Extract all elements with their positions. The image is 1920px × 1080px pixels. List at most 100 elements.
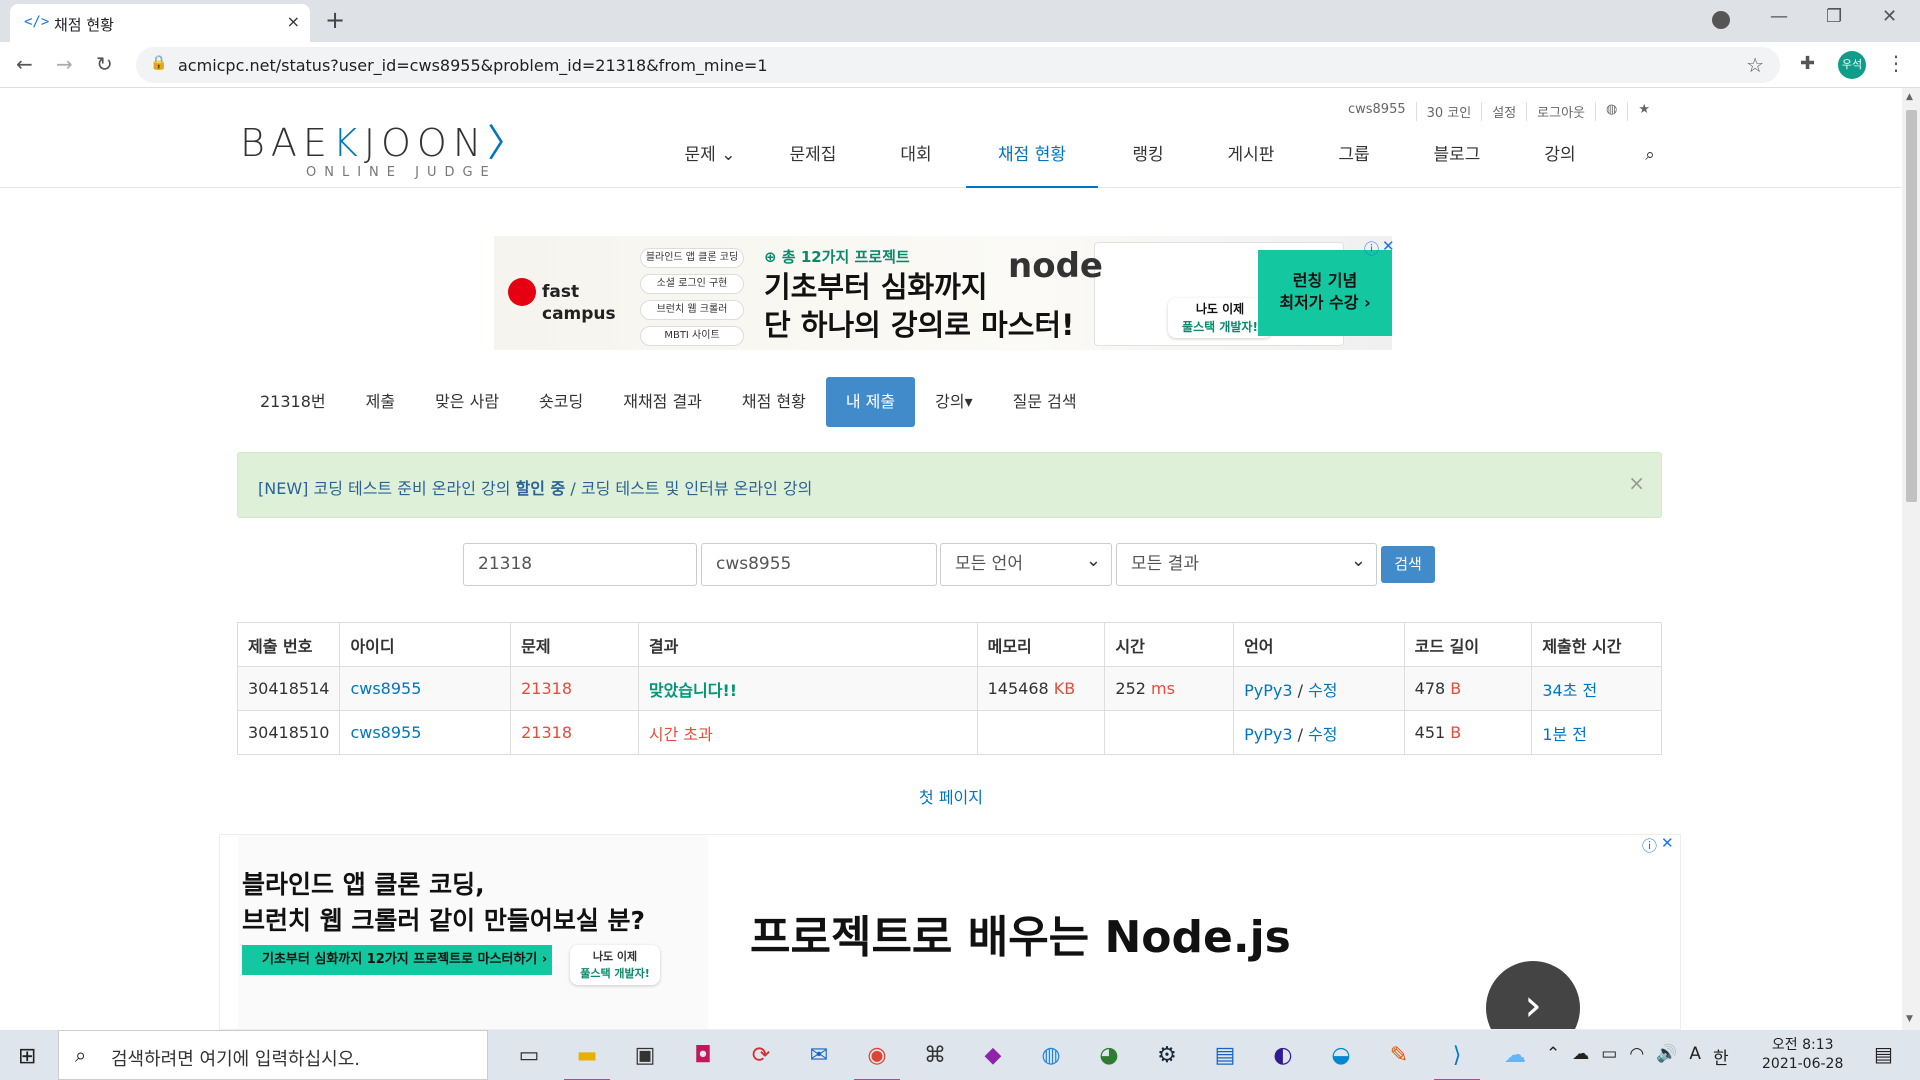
close-icon[interactable]: × [287,12,300,31]
taskbar-clock[interactable]: 오전 8:13 2021-06-28 [1762,1036,1843,1074]
file-explorer-icon[interactable]: ▬ [558,1038,616,1080]
restore-icon[interactable]: ❐ [1826,6,1842,27]
ad-close-icon[interactable]: ✕ [1382,237,1395,255]
problem-id-input[interactable]: 21318 [463,543,697,586]
ad-banner-bottom[interactable]: 블라인드 앱 클론 코딩, 브런치 웹 크롤러 같이 만들어보실 분? 기초부터 … [219,834,1681,1030]
minimize-icon[interactable]: — [1770,6,1788,27]
problem-menu-short[interactable]: 숏코딩 [519,377,603,427]
new-tab-button[interactable]: + [325,6,345,34]
language-link[interactable]: PyPy3 [1244,725,1292,744]
coin-link[interactable]: 30 코인 [1417,102,1483,121]
problem-menu-qna[interactable]: 질문 검색 [993,377,1097,427]
star-icon[interactable]: ★ [1628,102,1660,121]
window-close-icon[interactable]: ✕ [1882,6,1897,27]
sync-app-icon[interactable]: ⟳ [732,1038,790,1074]
windows-start-icon[interactable]: ⊞ [18,1044,36,1069]
user-link[interactable]: cws8955 [339,710,512,755]
address-bar[interactable]: 🔒 acmicpc.net/status?user_id=cws8955&pro… [136,47,1780,83]
wifi-icon[interactable]: ◠ [1629,1044,1644,1069]
book-app-icon[interactable]: ▤ [1196,1038,1254,1074]
submitted-time[interactable]: 34초 전 [1531,666,1662,711]
user-link[interactable]: cws8955 [339,666,512,711]
store-icon[interactable]: ▣ [616,1038,674,1074]
reload-icon[interactable]: ↻ [96,52,113,76]
edit-link[interactable]: 수정 [1308,725,1337,744]
tab-search-icon[interactable] [1712,11,1730,29]
nav-item-problems[interactable]: 문제 ⌄ [660,132,760,188]
problem-menu-solvers[interactable]: 맞은 사람 [415,377,519,427]
problem-menu-rejudge[interactable]: 재채점 결과 [603,377,722,427]
bookmark-star-icon[interactable]: ☆ [1746,53,1764,77]
green-app-icon[interactable]: ◕ [1080,1038,1138,1074]
ad-banner-top[interactable]: fast campus 블라인드 앱 클론 코딩 소셜 로그인 구현 브런치 웹 … [494,236,1392,350]
scroll-up-icon[interactable]: ▲ [1906,92,1913,102]
capture-tool-icon[interactable]: ⌘ [906,1038,964,1074]
menu-dots-icon[interactable]: ⋮ [1886,51,1906,75]
nav-item-status[interactable]: 채점 현황 [966,132,1098,188]
site-logo[interactable]: BAEKJOON〉 ONLINE JUDGE [240,112,531,180]
back-icon[interactable]: ← [16,52,33,76]
problem-menu-number[interactable]: 21318번 [240,377,346,427]
result-select[interactable]: 모든 결과 [1116,540,1377,586]
chrome-icon[interactable]: ◉ [848,1038,906,1080]
chevron-right-icon[interactable]: › [1486,961,1580,1029]
cloud-app-icon[interactable]: ☁ [1486,1038,1544,1074]
notification-icon[interactable]: ▤ [1874,1042,1893,1066]
ad-info-icon[interactable]: ⓘ [1364,238,1379,259]
taskbar-search[interactable]: ⌕ 검색하려면 여기에 입력하십시오. [58,1030,488,1080]
logout-link[interactable]: 로그아웃 [1527,102,1596,121]
extensions-icon[interactable]: ✚ [1800,53,1815,74]
user-id-input[interactable]: cws8955 [701,543,937,586]
username-link[interactable]: cws8955 [1338,102,1417,121]
task-view-icon[interactable]: ▭ [500,1038,558,1074]
problem-menu-status[interactable]: 채점 현황 [722,377,826,427]
battery-icon[interactable]: ▭ [1601,1044,1617,1069]
nav-item-group[interactable]: 그룹 [1304,132,1404,188]
problem-link[interactable]: 21318 [510,666,639,711]
language-link[interactable]: PyPy3 [1244,681,1292,700]
submitted-time[interactable]: 1분 전 [1531,710,1662,755]
chevron-up-icon[interactable]: ⌃ [1546,1044,1560,1069]
browser-tab[interactable]: </> 채점 현황 × [10,4,310,42]
globe-icon[interactable]: ◍ [1596,102,1629,121]
cloud-icon[interactable]: ☁ [1572,1044,1589,1069]
color-app-icon[interactable]: ◆ [964,1038,1022,1074]
alert-text[interactable]: [NEW] 코딩 테스트 준비 온라인 강의 할인 중 / 코딩 테스트 및 인… [258,475,812,499]
close-icon[interactable]: × [1628,471,1645,495]
input-mode[interactable]: A [1689,1044,1701,1069]
search-icon[interactable]: ⌕ [1610,132,1690,188]
edit-link[interactable]: 수정 [1308,681,1337,700]
language-select[interactable]: 모든 언어 [940,540,1112,586]
mail-icon[interactable]: ✉ [790,1038,848,1074]
steam-icon[interactable]: ⚙ [1138,1038,1196,1074]
ad-cta[interactable]: 런칭 기념 최저가 수강 › [1258,250,1392,336]
ime-indicator[interactable]: 한 [1713,1044,1729,1069]
settings-link[interactable]: 설정 [1482,102,1528,121]
app-icon[interactable]: ◘ [674,1038,732,1074]
pen-app-icon[interactable]: ✎ [1370,1038,1428,1074]
avatar[interactable]: 우석 [1838,51,1866,79]
vscode-icon[interactable]: ⟩ [1428,1038,1486,1080]
nav-item-ranking[interactable]: 랭킹 [1098,132,1198,188]
forward-icon[interactable]: → [56,52,73,76]
problem-link[interactable]: 21318 [510,710,639,755]
ad-info-icon[interactable]: ⓘ [1642,835,1657,856]
eclipse-icon[interactable]: ◐ [1254,1038,1312,1074]
nav-item-lecture[interactable]: 강의 [1510,132,1610,188]
lock-icon[interactable]: 🔒 [150,55,167,71]
url-text[interactable]: acmicpc.net/status?user_id=cws8955&probl… [178,56,768,75]
first-page-link[interactable]: 첫 페이지 [0,784,1902,808]
search-button[interactable]: 검색 [1381,546,1435,583]
nav-item-workbook[interactable]: 문제집 [760,132,866,188]
page-scrollbar[interactable]: ▲ ▼ [1902,88,1920,1030]
problem-menu-submit[interactable]: 제출 [346,377,415,427]
volume-icon[interactable]: 🔊 [1656,1044,1677,1069]
nav-item-board[interactable]: 게시판 [1198,132,1304,188]
nav-item-contest[interactable]: 대회 [866,132,966,188]
power-app-icon[interactable]: ◍ [1022,1038,1080,1074]
ad-close-icon[interactable]: ✕ [1661,834,1674,852]
problem-menu-mine[interactable]: 내 제출 [825,377,916,427]
problem-menu-lecture[interactable]: 강의▾ [915,377,992,427]
edge-icon[interactable]: ◒ [1312,1038,1370,1074]
scroll-thumb[interactable] [1906,110,1917,502]
